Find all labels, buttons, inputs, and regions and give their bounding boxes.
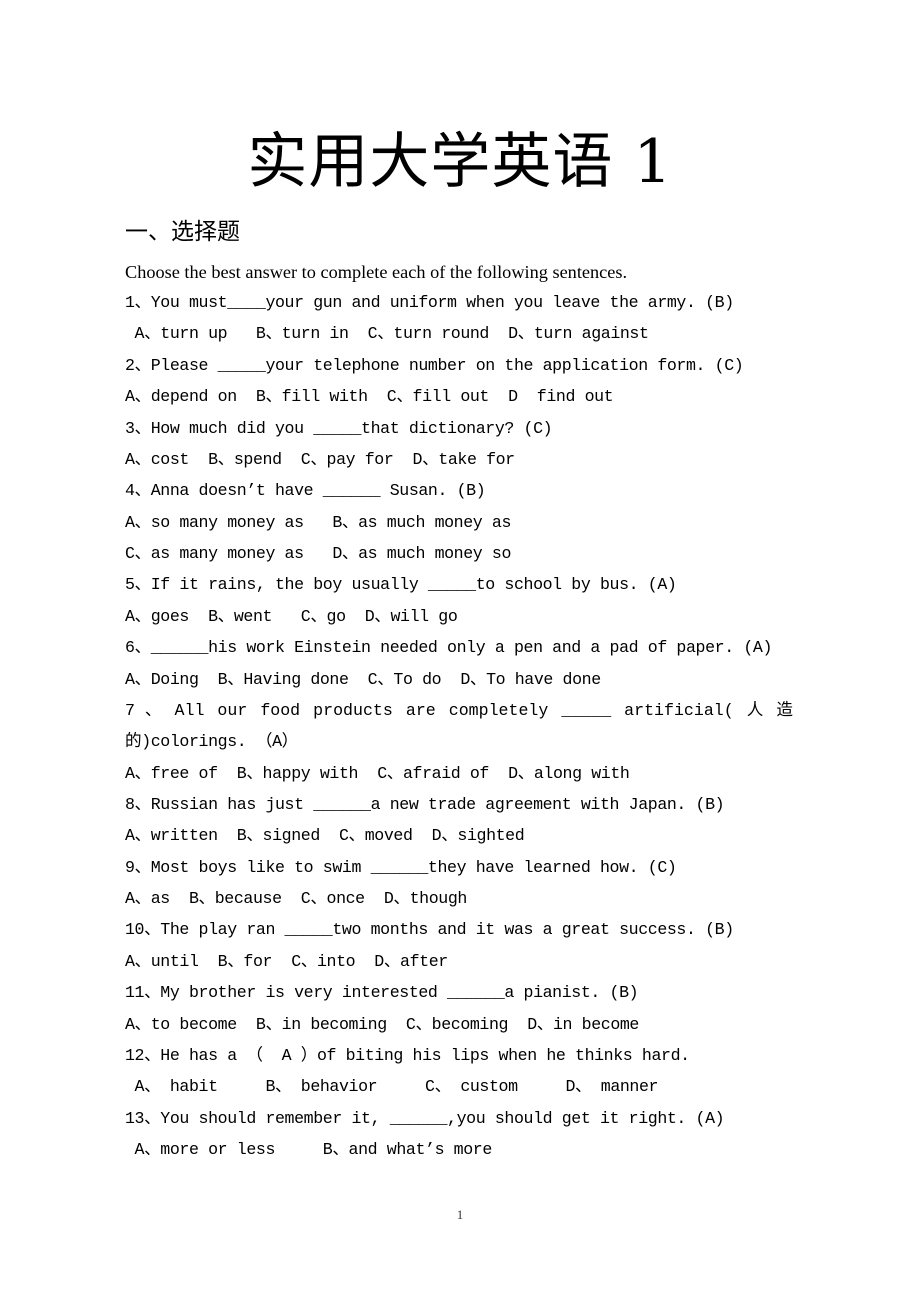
document-title: 实用大学英语 1 (247, 127, 673, 197)
question-stem: 10、The play ran _____two months and it w… (125, 920, 734, 939)
stem-word: artificial( (624, 701, 734, 720)
question-stem: 11、My brother is very interested ______a… (125, 983, 639, 1002)
stem-word: 造 (776, 701, 793, 720)
question-options: A、more or less B、and what’s more (125, 1140, 493, 1159)
stem-word: food (260, 701, 301, 720)
page-number: 1 (456, 1207, 464, 1222)
stem-word: 人 (746, 701, 764, 720)
stem-word: are (405, 701, 436, 720)
stem-word: completely (448, 701, 549, 720)
question-stem: 8、Russian has just ______a new trade agr… (125, 795, 725, 814)
question-stem: 1、You must____your gun and uniform when … (125, 293, 734, 312)
question-options: C、as many money as D、as much money so (125, 544, 512, 563)
question-stem: 9、Most boys like to swim ______they have… (125, 858, 677, 877)
question-stem-justified: 7 、 All our food products are completely… (125, 697, 793, 725)
stem-blank: _____ (561, 701, 612, 720)
question-options: A、turn up B、turn in C、turn round D、turn … (125, 324, 649, 343)
instructions: Choose the best answer to complete each … (125, 262, 628, 282)
question-stem: 3、How much did you _____that dictionary?… (125, 419, 553, 438)
question-stem-continuation: 的)colorings. （A） (125, 732, 298, 751)
stem-word: 7 、 (125, 701, 162, 720)
question-stem: 5、If it rains, the boy usually _____to s… (125, 575, 677, 594)
question-options: A、goes B、went C、go D、will go (125, 607, 458, 626)
question-options: A、 habit B、 behavior C、 custom D、 manner (125, 1077, 659, 1096)
question-options: A、as B、because C、once D、though (125, 889, 467, 908)
question-options: A、so many money as B、as much money as (125, 513, 512, 532)
section-heading: 一、选择题 (125, 219, 240, 245)
question-options: A、to become B、in becoming C、becoming D、i… (125, 1015, 639, 1034)
question-options: A、free of B、happy with C、afraid of D、alo… (125, 764, 630, 783)
stem-word: our (217, 701, 248, 720)
question-options: A、cost B、spend C、pay for D、take for (125, 450, 515, 469)
question-stem: 4、Anna doesn’t have ______ Susan. (B) (125, 481, 486, 500)
question-options: A、depend on B、fill with C、fill out D fin… (125, 387, 614, 406)
question-stem: 12、He has a （ A ）of biting his lips when… (125, 1046, 690, 1065)
question-stem: 13、You should remember it, ______,you sh… (125, 1109, 725, 1128)
stem-word: products (313, 701, 393, 720)
question-stem: 2、Please _____your telephone number on t… (125, 356, 744, 375)
document-page: 实用大学英语 1 一、选择题 Choose the best answer to… (0, 0, 920, 1302)
question-options: A、Doing B、Having done C、To do D、To have … (125, 670, 601, 689)
question-options: A、until B、for C、into D、after (125, 952, 448, 971)
question-options: A、written B、signed C、moved D、sighted (125, 826, 525, 845)
stem-word: All (174, 701, 205, 720)
question-stem: 6、______his work Einstein needed only a … (125, 638, 773, 657)
